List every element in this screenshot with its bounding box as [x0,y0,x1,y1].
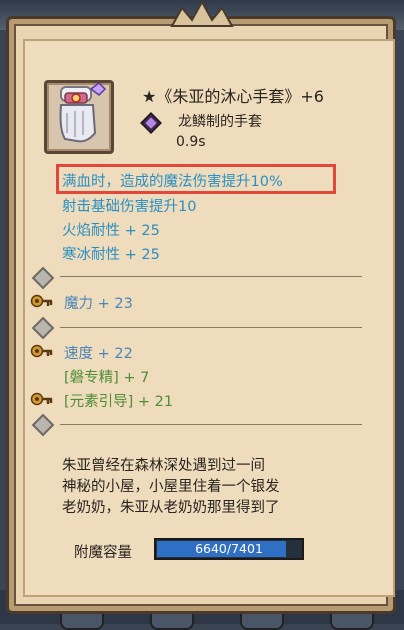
description-line: 朱亚曾经在森林深处遇到过一间 [62,458,265,474]
key-icon [30,294,53,308]
enchant-capacity-bar: 6640/7401 [154,538,304,560]
item-icon-frame [44,80,114,154]
effect-line: 满血时，造成的魔法伤害提升10% [62,174,283,190]
enchant-capacity-label: 附魔容量 [74,545,132,561]
stat-speed: 速度 + 22 [64,346,133,362]
key-icon [30,392,53,406]
description-line: 老奶奶，朱亚从老奶奶那里得到了 [62,500,280,516]
effect-line: 寒冰耐性 + 25 [62,247,160,263]
description-line: 神秘的小屋，小屋里住着一个银发 [62,479,280,495]
stat-expertise: [磐专精] + 7 [64,370,150,386]
stat-elemental: [元素引导] + 21 [64,394,174,410]
divider [60,327,362,328]
crown-ornament-icon [170,0,234,27]
key-icon [30,344,53,358]
item-material: 龙鳞制的手套 [178,114,262,130]
purple-gem-icon [140,112,162,134]
stat-magic: 魔力 + 23 [64,296,133,312]
effect-line: 射击基础伤害提升10 [62,199,197,215]
divider [60,424,362,425]
gauntlet-icon [59,82,107,143]
divider [60,276,362,277]
item-description: 朱亚曾经在森林深处遇到过一间 神秘的小屋，小屋里住着一个银发 老奶奶，朱亚从老奶… [62,456,372,519]
effect-line: 火焰耐性 + 25 [62,223,160,239]
attack-speed: 0.9s [176,134,206,150]
item-name: ★《朱亚的沐心手套》+6 [142,87,324,106]
enchant-capacity-value: 6640/7401 [195,541,263,556]
